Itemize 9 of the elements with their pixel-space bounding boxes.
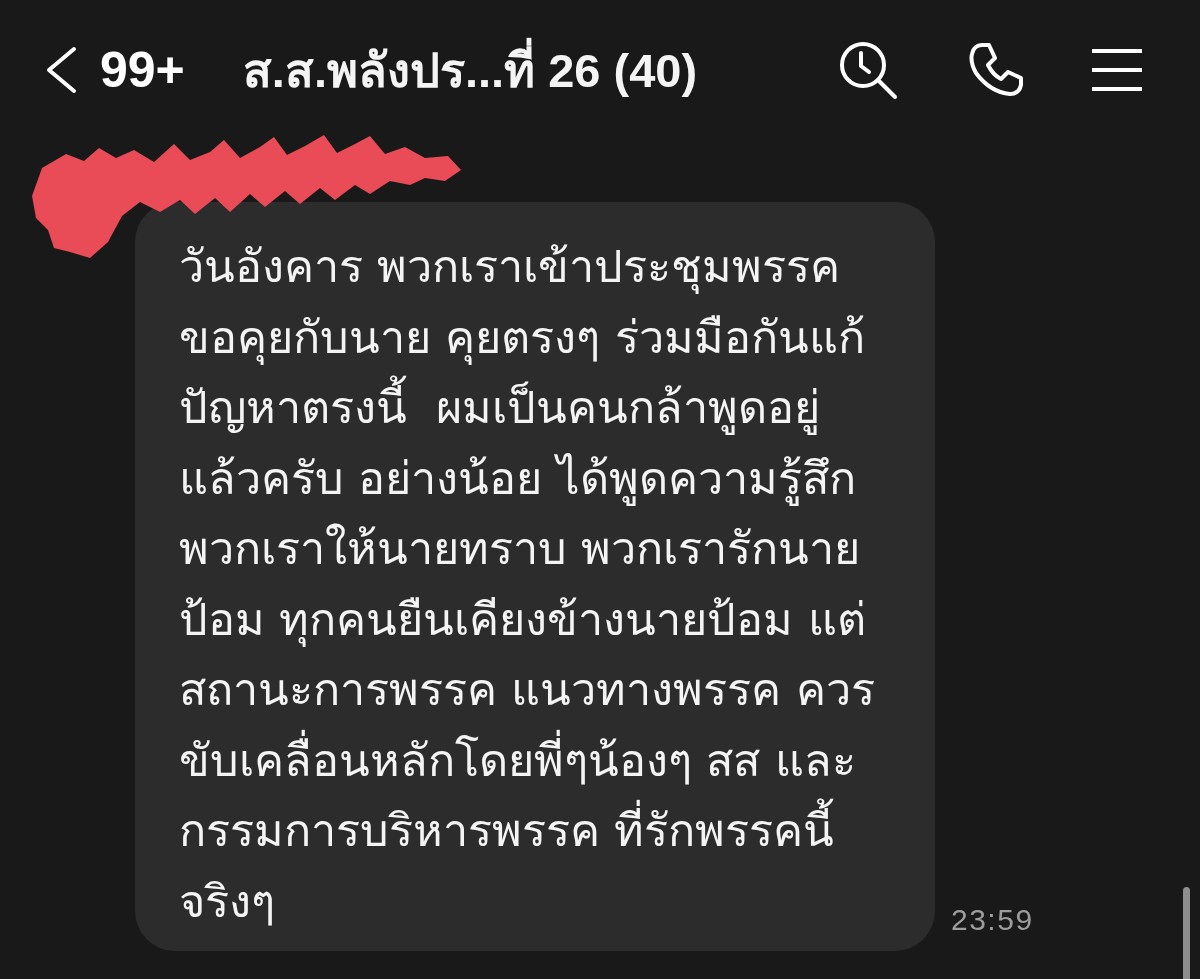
message-time: 23:59 xyxy=(951,903,1034,937)
back-button[interactable]: 99+ xyxy=(44,41,185,99)
scrollbar-thumb[interactable] xyxy=(1183,887,1190,979)
chat-title: ส.ส.พลังปร...ที่ 26 (40) xyxy=(242,32,838,108)
message-bubble: วันอังคาร พวกเราเข้าประชุมพรรค ขอคุยกับนาย คุยตรงๆ ร่วมมือกันแก้ ปัญหาตรงนี้ ผมเป็นคนกล้าพูดอยู่ แล้วครับ อย่างน้อย ได้พูดความรู้สึก พวกเราให้นายทราบ พวกเรารักนาย ป้อม ทุกคนยืนเคียงข้างนายป้อม แต่ สถานะการพรรค แนวทางพรรค ควร ขับเคลื่อนหลักโดยพี่ๆน้องๆ สส และ กรรมการบริหารพรรค ที่รักพรรคนี้ จริงๆ xyxy=(135,202,935,951)
search-icon[interactable] xyxy=(838,40,898,100)
menu-icon[interactable] xyxy=(1092,48,1142,92)
chevron-left-icon xyxy=(44,46,78,94)
phone-icon[interactable] xyxy=(968,42,1024,98)
